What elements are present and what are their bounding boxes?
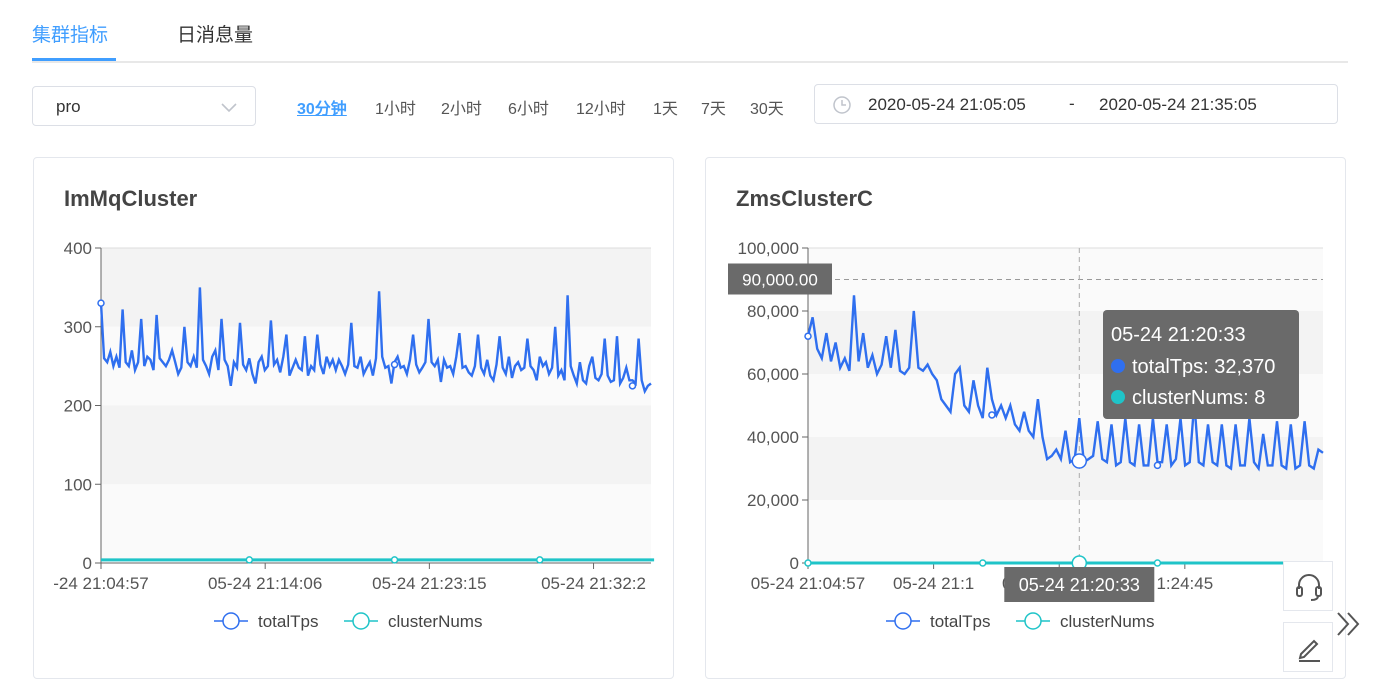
pencil-icon bbox=[1298, 639, 1320, 662]
markline-label: 90,000.00 bbox=[742, 271, 818, 290]
date-range-picker[interactable]: 2020-05-24 21:05:05 - 2020-05-24 21:35:0… bbox=[814, 84, 1338, 124]
plot-band bbox=[808, 500, 1323, 563]
y-tick-label: 80,000 bbox=[747, 302, 799, 321]
range-30min[interactable]: 30分钟 bbox=[297, 95, 347, 119]
headset-icon bbox=[1296, 574, 1322, 601]
data-point-totalTps bbox=[390, 360, 399, 369]
data-point-clusterNums bbox=[536, 556, 544, 564]
data-point-totalTps bbox=[1071, 453, 1088, 469]
plot-band bbox=[101, 405, 651, 485]
range-12h[interactable]: 12小时 bbox=[576, 95, 626, 119]
y-tick-label: 60,000 bbox=[747, 365, 799, 384]
legend-swatch-marker bbox=[894, 612, 912, 630]
environment-select[interactable]: pro bbox=[32, 86, 256, 126]
legend-label: totalTps bbox=[930, 612, 990, 631]
zmsclusterc-chart: 0 20,000 40,000 60,000 80,000 100,000 05-24 21… bbox=[728, 239, 1327, 631]
x-tick-label: 05-24 21:23:15 bbox=[372, 574, 486, 593]
legend-label: clusterNums bbox=[388, 612, 482, 631]
chart-card-immqcluster: ImMqCluster 0 100 200 300 400 -24 21:04:57 05-… bbox=[33, 157, 674, 679]
tooltip-row: clusterNums: 8 bbox=[1132, 387, 1265, 409]
data-point-totalTps bbox=[1153, 461, 1162, 470]
date-range-separator: - bbox=[1069, 94, 1075, 113]
customer-support-button[interactable] bbox=[1283, 561, 1333, 611]
date-range-end[interactable]: 2020-05-24 21:35:05 bbox=[1099, 95, 1257, 115]
y-tick-label: 0 bbox=[790, 554, 799, 573]
x-tick-label: 05-24 21:14:06 bbox=[208, 574, 322, 593]
x-tick-label: 05-24 21:04:57 bbox=[751, 574, 865, 593]
clock-icon bbox=[833, 96, 851, 114]
data-point-totalTps bbox=[97, 299, 105, 307]
legend-swatch-marker bbox=[352, 612, 370, 630]
chart-card-zmsclusterc: ZmsClusterC 0 20,000 40,000 60,000 80,000 100… bbox=[705, 157, 1346, 679]
active-tab-indicator bbox=[32, 58, 116, 61]
range-7d[interactable]: 7天 bbox=[701, 95, 726, 119]
legend-swatch-marker bbox=[222, 612, 240, 630]
double-chevron-right-icon[interactable] bbox=[1334, 609, 1364, 639]
legend-label: clusterNums bbox=[1060, 612, 1154, 631]
tooltip-marker bbox=[1111, 359, 1125, 373]
data-point-totalTps bbox=[804, 332, 812, 340]
range-1h[interactable]: 1小时 bbox=[375, 95, 416, 119]
tooltip-marker bbox=[1111, 390, 1125, 404]
x-tick-label: 1:24:45 bbox=[1156, 574, 1213, 593]
y-tick-label: 20,000 bbox=[747, 491, 799, 510]
range-1d[interactable]: 1天 bbox=[653, 95, 678, 119]
tab-cluster-metrics[interactable]: 集群指标 bbox=[32, 20, 108, 47]
plot-band bbox=[101, 484, 651, 563]
crosshair-label: 05-24 21:20:33 bbox=[1019, 575, 1140, 595]
range-30d[interactable]: 30天 bbox=[750, 95, 784, 119]
y-tick-label: 100 bbox=[64, 475, 92, 494]
tooltip-title: 05-24 21:20:33 bbox=[1111, 324, 1246, 346]
y-tick-label: 0 bbox=[83, 554, 92, 573]
y-tick-label: 200 bbox=[64, 397, 92, 416]
legend-label: totalTps bbox=[258, 612, 318, 631]
plot-band bbox=[808, 248, 1323, 311]
y-tick-label: 100,000 bbox=[738, 239, 799, 258]
data-point-totalTps bbox=[988, 411, 996, 419]
y-tick-label: 400 bbox=[64, 239, 92, 258]
data-point-clusterNums bbox=[390, 556, 399, 564]
data-point-clusterNums bbox=[1153, 559, 1162, 567]
range-6h[interactable]: 6小时 bbox=[508, 95, 549, 119]
date-range-start[interactable]: 2020-05-24 21:05:05 bbox=[868, 95, 1026, 115]
legend-swatch-marker bbox=[1024, 612, 1042, 630]
data-point-clusterNums bbox=[978, 559, 987, 567]
tooltip-row: totalTps: 32,370 bbox=[1132, 356, 1275, 378]
y-tick-label: 300 bbox=[64, 318, 92, 337]
x-tick-label: 05-24 21:1 bbox=[893, 574, 974, 593]
x-tick-label: -24 21:04:57 bbox=[53, 574, 148, 593]
range-2h[interactable]: 2小时 bbox=[441, 95, 482, 119]
edit-button[interactable] bbox=[1283, 622, 1333, 672]
data-point-clusterNums bbox=[804, 559, 812, 567]
data-point-clusterNums bbox=[245, 556, 254, 564]
environment-select-value: pro bbox=[56, 97, 81, 116]
y-tick-label: 40,000 bbox=[747, 428, 799, 447]
tab-daily-messages[interactable]: 日消息量 bbox=[177, 20, 253, 47]
chevron-down-icon bbox=[221, 103, 237, 113]
immqcluster-chart: 0 100 200 300 400 -24 21:04:57 05-24 21:14:06 0… bbox=[53, 239, 655, 631]
data-point-totalTps bbox=[628, 382, 637, 390]
x-tick-label: 05-24 21:32:2 bbox=[541, 574, 646, 593]
